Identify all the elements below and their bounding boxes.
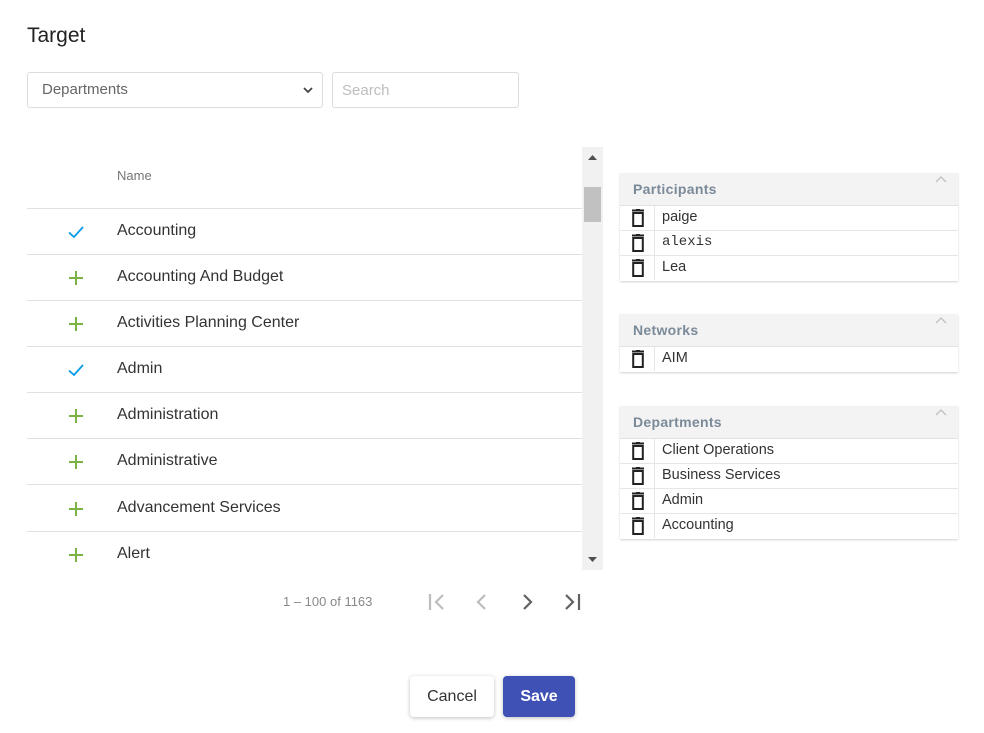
scroll-down-arrow-icon[interactable] <box>582 550 603 570</box>
scrollbar-thumb[interactable] <box>584 187 601 222</box>
table-row[interactable]: Accounting And Budget <box>27 255 582 301</box>
table-row[interactable]: Accounting <box>27 209 582 255</box>
target-type-selected-value: Departments <box>42 81 128 98</box>
cancel-button[interactable]: Cancel <box>410 676 494 717</box>
row-name: Admin <box>117 360 163 377</box>
panel-header[interactable]: Departments <box>620 406 958 439</box>
paginator: 1 – 100 of 1163 <box>27 582 603 622</box>
selected-item: Client Operations <box>620 439 958 464</box>
table-row[interactable]: Administrative <box>27 439 582 485</box>
results-table: 360 SES CentralAccountingAccounting And … <box>27 147 603 570</box>
chevron-up-icon[interactable] <box>934 173 948 185</box>
add-icon[interactable] <box>67 546 85 564</box>
chevron-down-icon <box>303 87 313 94</box>
check-icon[interactable] <box>67 223 85 241</box>
selected-item-label: Admin <box>662 492 704 508</box>
trash-icon[interactable] <box>620 231 655 255</box>
table-row[interactable]: Alert <box>27 532 582 570</box>
selected-item: Business Services <box>620 464 958 489</box>
trash-icon[interactable] <box>620 489 655 513</box>
check-icon[interactable] <box>67 361 85 379</box>
selected-item-label: Client Operations <box>662 442 775 458</box>
table-body: 360 SES CentralAccountingAccounting And … <box>27 147 582 570</box>
previous-page-icon[interactable] <box>468 588 496 616</box>
trash-icon[interactable] <box>620 347 655 371</box>
last-page-icon[interactable] <box>558 588 586 616</box>
trash-icon[interactable] <box>620 439 655 463</box>
selected-item: Lea <box>620 256 958 281</box>
row-name: Accounting <box>117 222 197 239</box>
table-row[interactable]: Administration <box>27 393 582 439</box>
add-icon[interactable] <box>67 315 85 333</box>
selected-item-label: Lea <box>662 259 687 275</box>
selected-item-label: AIM <box>662 350 688 366</box>
add-icon[interactable] <box>67 453 85 471</box>
selected-item-label: Business Services <box>662 467 781 483</box>
column-header-name[interactable]: Name <box>117 168 152 183</box>
chevron-up-icon[interactable] <box>934 314 948 326</box>
search-input[interactable] <box>332 72 519 108</box>
row-name: Accounting And Budget <box>117 268 284 285</box>
selected-networks-panel: Networks AIM <box>620 314 958 372</box>
row-name: Activities Planning Center <box>117 314 300 331</box>
panel-title: Departments <box>633 414 722 430</box>
target-type-select[interactable]: Departments <box>27 72 323 108</box>
trash-icon[interactable] <box>620 514 655 538</box>
trash-icon[interactable] <box>620 206 655 230</box>
chevron-up-icon[interactable] <box>934 406 948 418</box>
row-name: Administration <box>117 406 219 423</box>
scroll-up-arrow-icon[interactable] <box>582 147 603 167</box>
add-icon[interactable] <box>67 269 85 287</box>
selected-item: AIM <box>620 347 958 372</box>
panel-header[interactable]: Participants <box>620 173 958 206</box>
panel-header[interactable]: Networks <box>620 314 958 347</box>
save-button[interactable]: Save <box>503 676 575 717</box>
selected-item-label: paige <box>662 209 698 225</box>
row-name: Administrative <box>117 452 218 469</box>
trash-icon[interactable] <box>620 464 655 488</box>
table-row[interactable]: Advancement Services <box>27 486 582 532</box>
add-icon[interactable] <box>67 407 85 425</box>
selected-departments-panel: Departments Client Operations Business Ser… <box>620 406 958 539</box>
selected-item: alexis <box>620 231 958 256</box>
selected-item-label: alexis <box>662 234 713 250</box>
trash-icon[interactable] <box>620 256 655 280</box>
panel-title: Participants <box>633 181 717 197</box>
panel-title: Networks <box>633 322 699 338</box>
selected-item: Accounting <box>620 514 958 539</box>
table-row[interactable]: Admin <box>27 347 582 393</box>
selected-item: Admin <box>620 489 958 514</box>
table-row[interactable]: Activities Planning Center <box>27 301 582 347</box>
selected-participants-panel: Participants paige alexis Lea <box>620 173 958 281</box>
row-name: Alert <box>117 545 150 562</box>
dialog-title: Target <box>27 24 86 47</box>
next-page-icon[interactable] <box>513 588 541 616</box>
selected-item: paige <box>620 206 958 231</box>
first-page-icon[interactable] <box>423 588 451 616</box>
table-scrollbar[interactable] <box>582 147 603 570</box>
row-name: Advancement Services <box>117 499 281 516</box>
selected-item-label: Accounting <box>662 517 734 533</box>
table-header: Name <box>27 147 582 209</box>
paginator-range-label: 1 – 100 of 1163 <box>283 594 373 609</box>
add-icon[interactable] <box>67 500 85 518</box>
